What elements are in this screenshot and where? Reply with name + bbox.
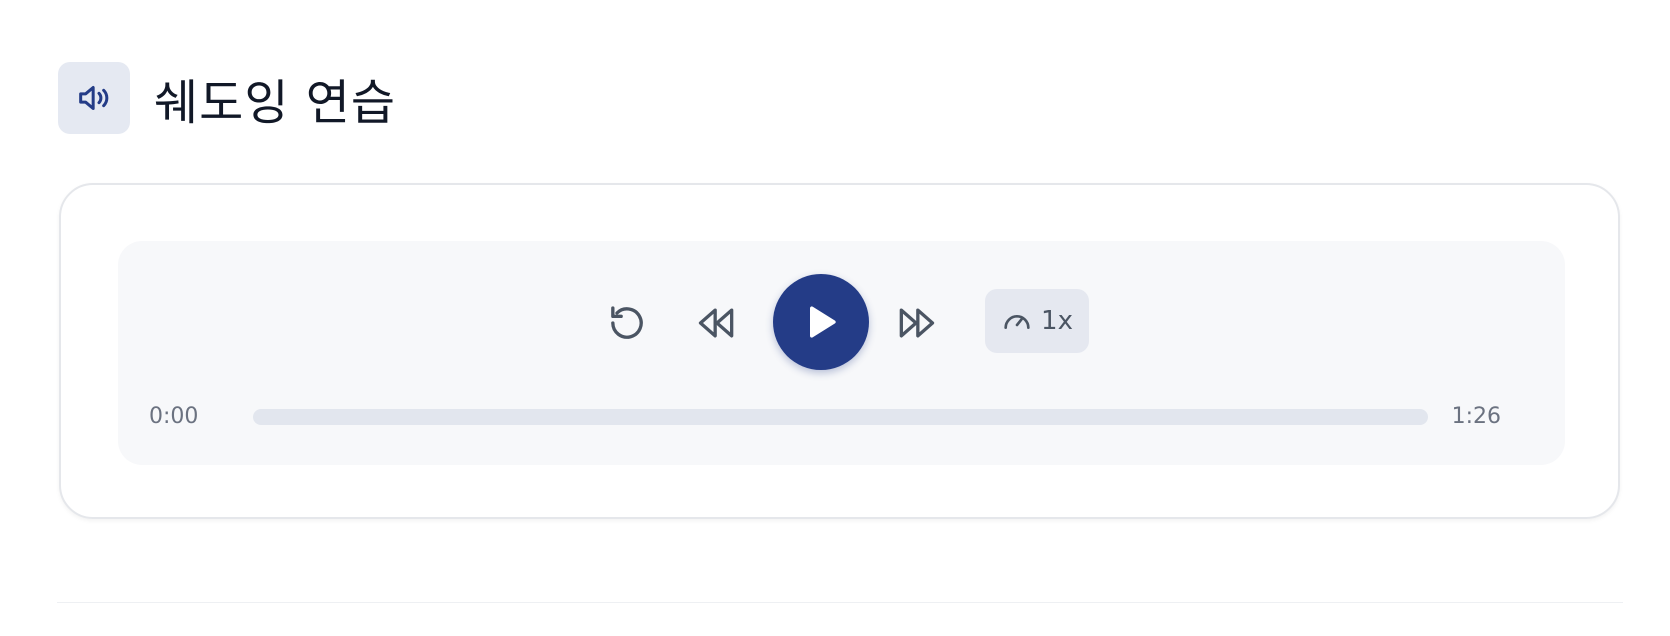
fast-forward-button[interactable]: [892, 299, 940, 347]
rewind-icon: [698, 308, 734, 338]
page-header: 쉐도잉 연습: [58, 62, 396, 134]
audio-player: 1x 0:00 1:26: [118, 241, 1565, 465]
restart-button[interactable]: [605, 301, 649, 345]
total-time: 1:26: [1451, 404, 1501, 429]
page-title: 쉐도잉 연습: [154, 75, 397, 131]
playback-speed-label: 1x: [1041, 306, 1073, 336]
divider: [57, 602, 1623, 603]
current-time: 0:00: [149, 404, 199, 429]
speedometer-icon: [1004, 315, 1030, 329]
speaker-icon: [58, 62, 130, 134]
progress-bar[interactable]: [253, 409, 1428, 425]
restart-icon: [611, 306, 643, 339]
rewind-button[interactable]: [693, 299, 741, 347]
fast-forward-icon: [899, 308, 935, 338]
audio-player-card: 1x 0:00 1:26: [59, 183, 1620, 519]
play-icon: [810, 306, 836, 338]
playback-speed-button[interactable]: 1x: [985, 289, 1089, 353]
play-button[interactable]: [773, 274, 869, 370]
